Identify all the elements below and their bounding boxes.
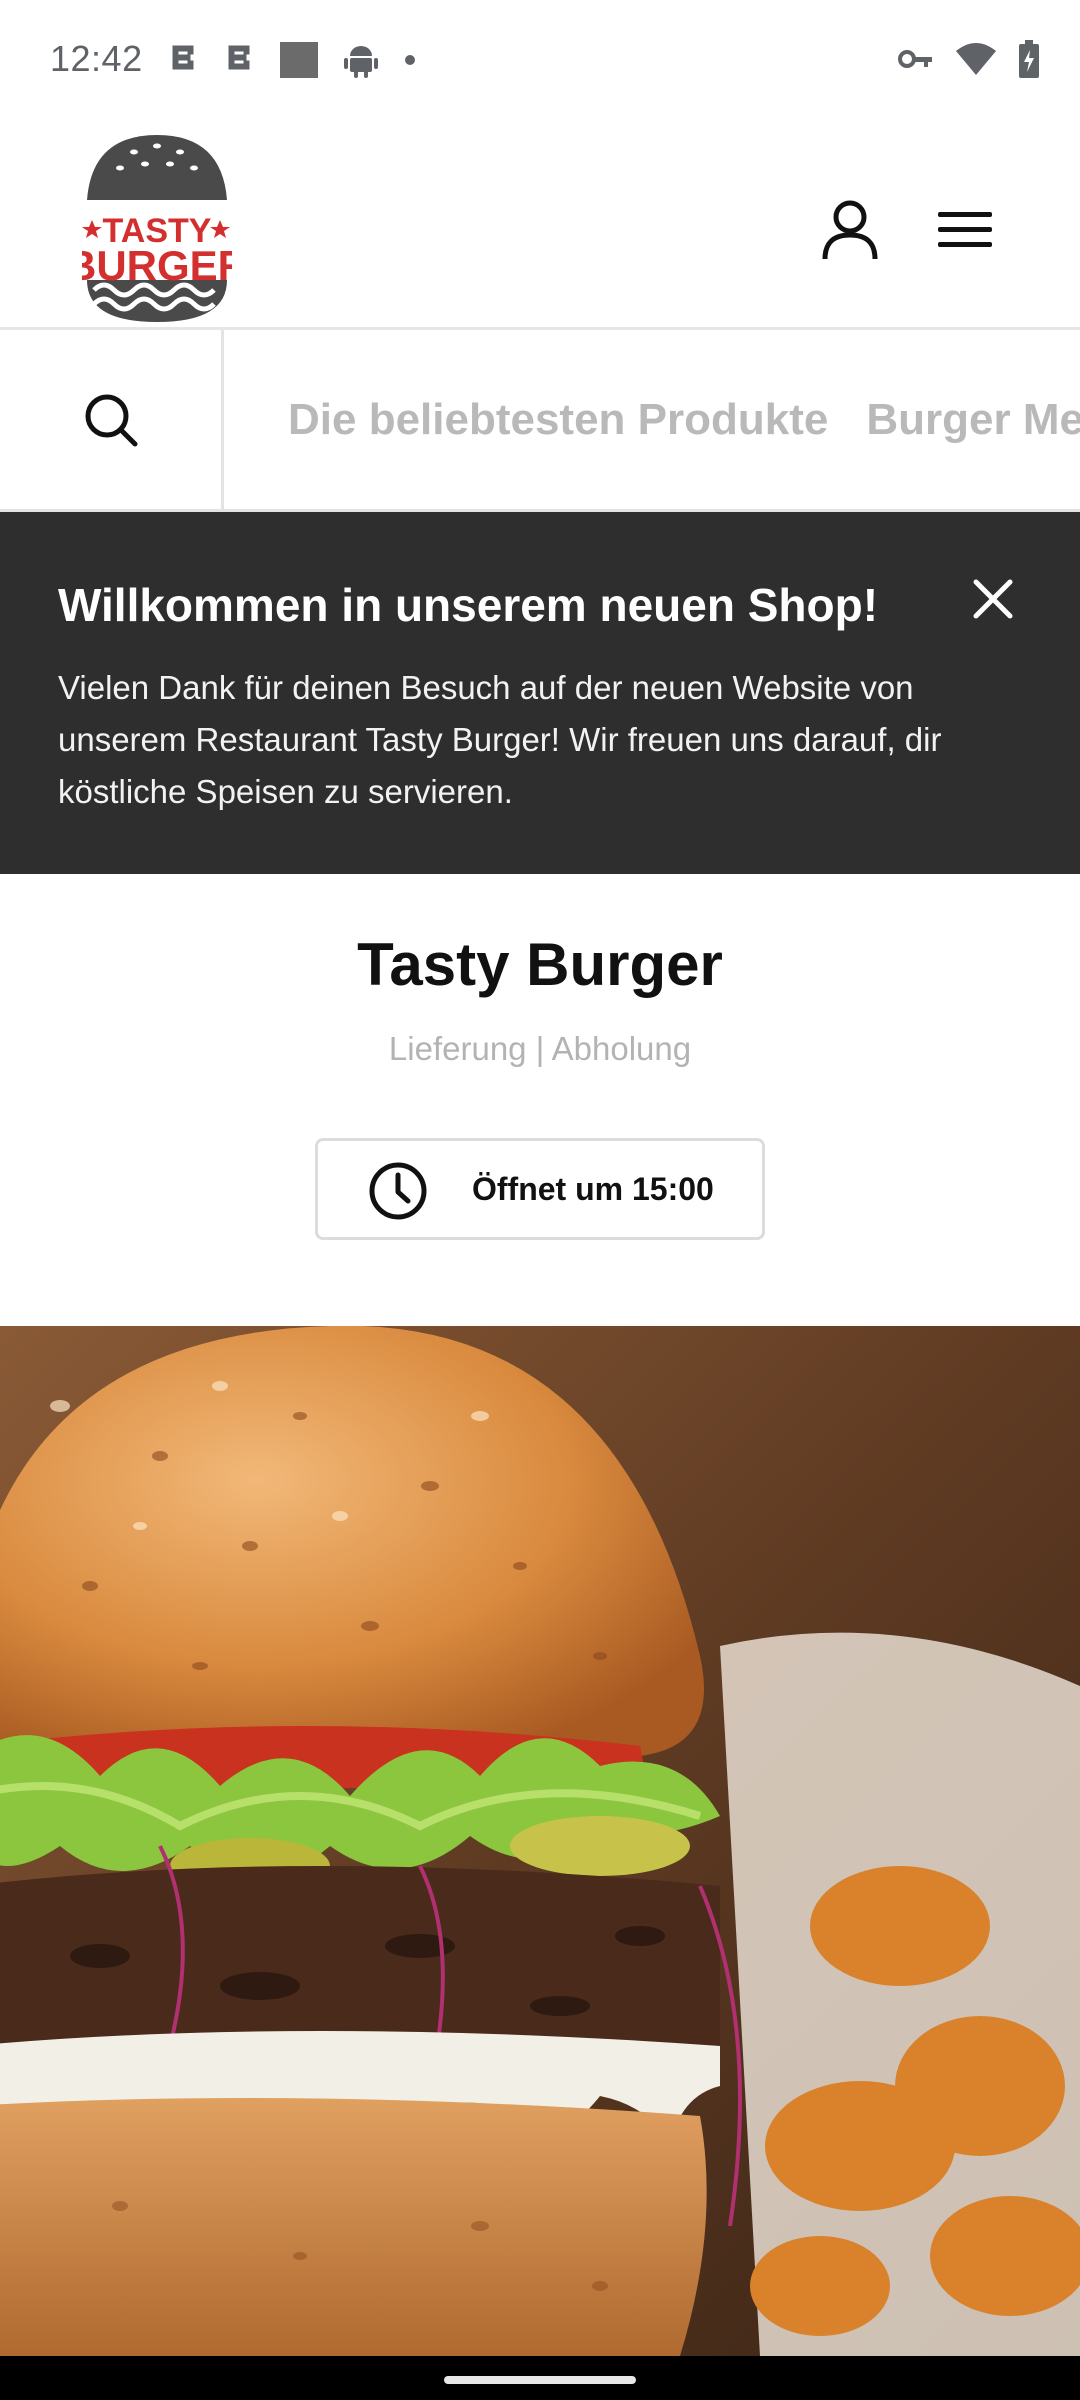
notification-icon: [172, 45, 194, 70]
store-title: Tasty Burger: [357, 931, 723, 998]
account-button[interactable]: [815, 190, 885, 270]
status-right-icons: [898, 40, 1040, 78]
wifi-icon: [956, 43, 996, 75]
tab-beliebteste-produkte[interactable]: Die beliebtesten Produkte: [288, 395, 828, 445]
logo-graphic: TASTY BURGER: [66, 135, 248, 322]
category-tabs: Die beliebtesten Produkte Burger Me: [288, 330, 1080, 509]
store-subtitle: Lieferung | Abholung: [388, 1030, 692, 1067]
site-header: TASTY BURGER: [0, 120, 1080, 330]
logo-text-burger: BURGER: [82, 242, 232, 289]
search-button[interactable]: [0, 330, 224, 509]
status-left-icons: [168, 42, 416, 78]
banner-close-button[interactable]: [962, 568, 1024, 630]
android-icon: [344, 46, 378, 78]
notification-icon: [228, 45, 250, 70]
category-nav: Die beliebtesten Produkte Burger Me: [0, 330, 1080, 512]
status-bar: 12:42: [0, 0, 1080, 120]
burger-photo: [0, 1326, 1080, 2356]
battery-icon: [1019, 40, 1039, 78]
tasty-burger-logo[interactable]: TASTY BURGER: [66, 130, 248, 325]
user-icon: [822, 200, 878, 260]
hero-burger-image: [0, 1326, 1080, 2356]
home-gesture-handle[interactable]: [444, 2376, 636, 2384]
tab-burger-menus[interactable]: Burger Me: [866, 395, 1080, 445]
dot-icon: [405, 55, 415, 65]
opening-label: Öffnet um 15:00: [472, 1171, 714, 1207]
welcome-banner: Willkommen in unserem neuen Shop! Vielen…: [0, 512, 1080, 874]
menu-button[interactable]: [930, 190, 1000, 270]
banner-text: Vielen Dank für deinen Besuch auf der ne…: [58, 669, 942, 810]
vpn-key-icon: [898, 50, 932, 68]
clock-icon: [369, 1162, 427, 1220]
system-nav-bar: [0, 2356, 1080, 2400]
image-icon: [280, 42, 318, 78]
banner-title: Willkommen in unserem neuen Shop!: [58, 579, 879, 631]
close-icon: [973, 579, 1013, 619]
opening-hours-button[interactable]: Öffnet um 15:00: [315, 1138, 765, 1240]
status-time: 12:42: [50, 38, 143, 79]
hamburger-menu-icon: [938, 212, 992, 247]
search-icon: [85, 394, 137, 447]
